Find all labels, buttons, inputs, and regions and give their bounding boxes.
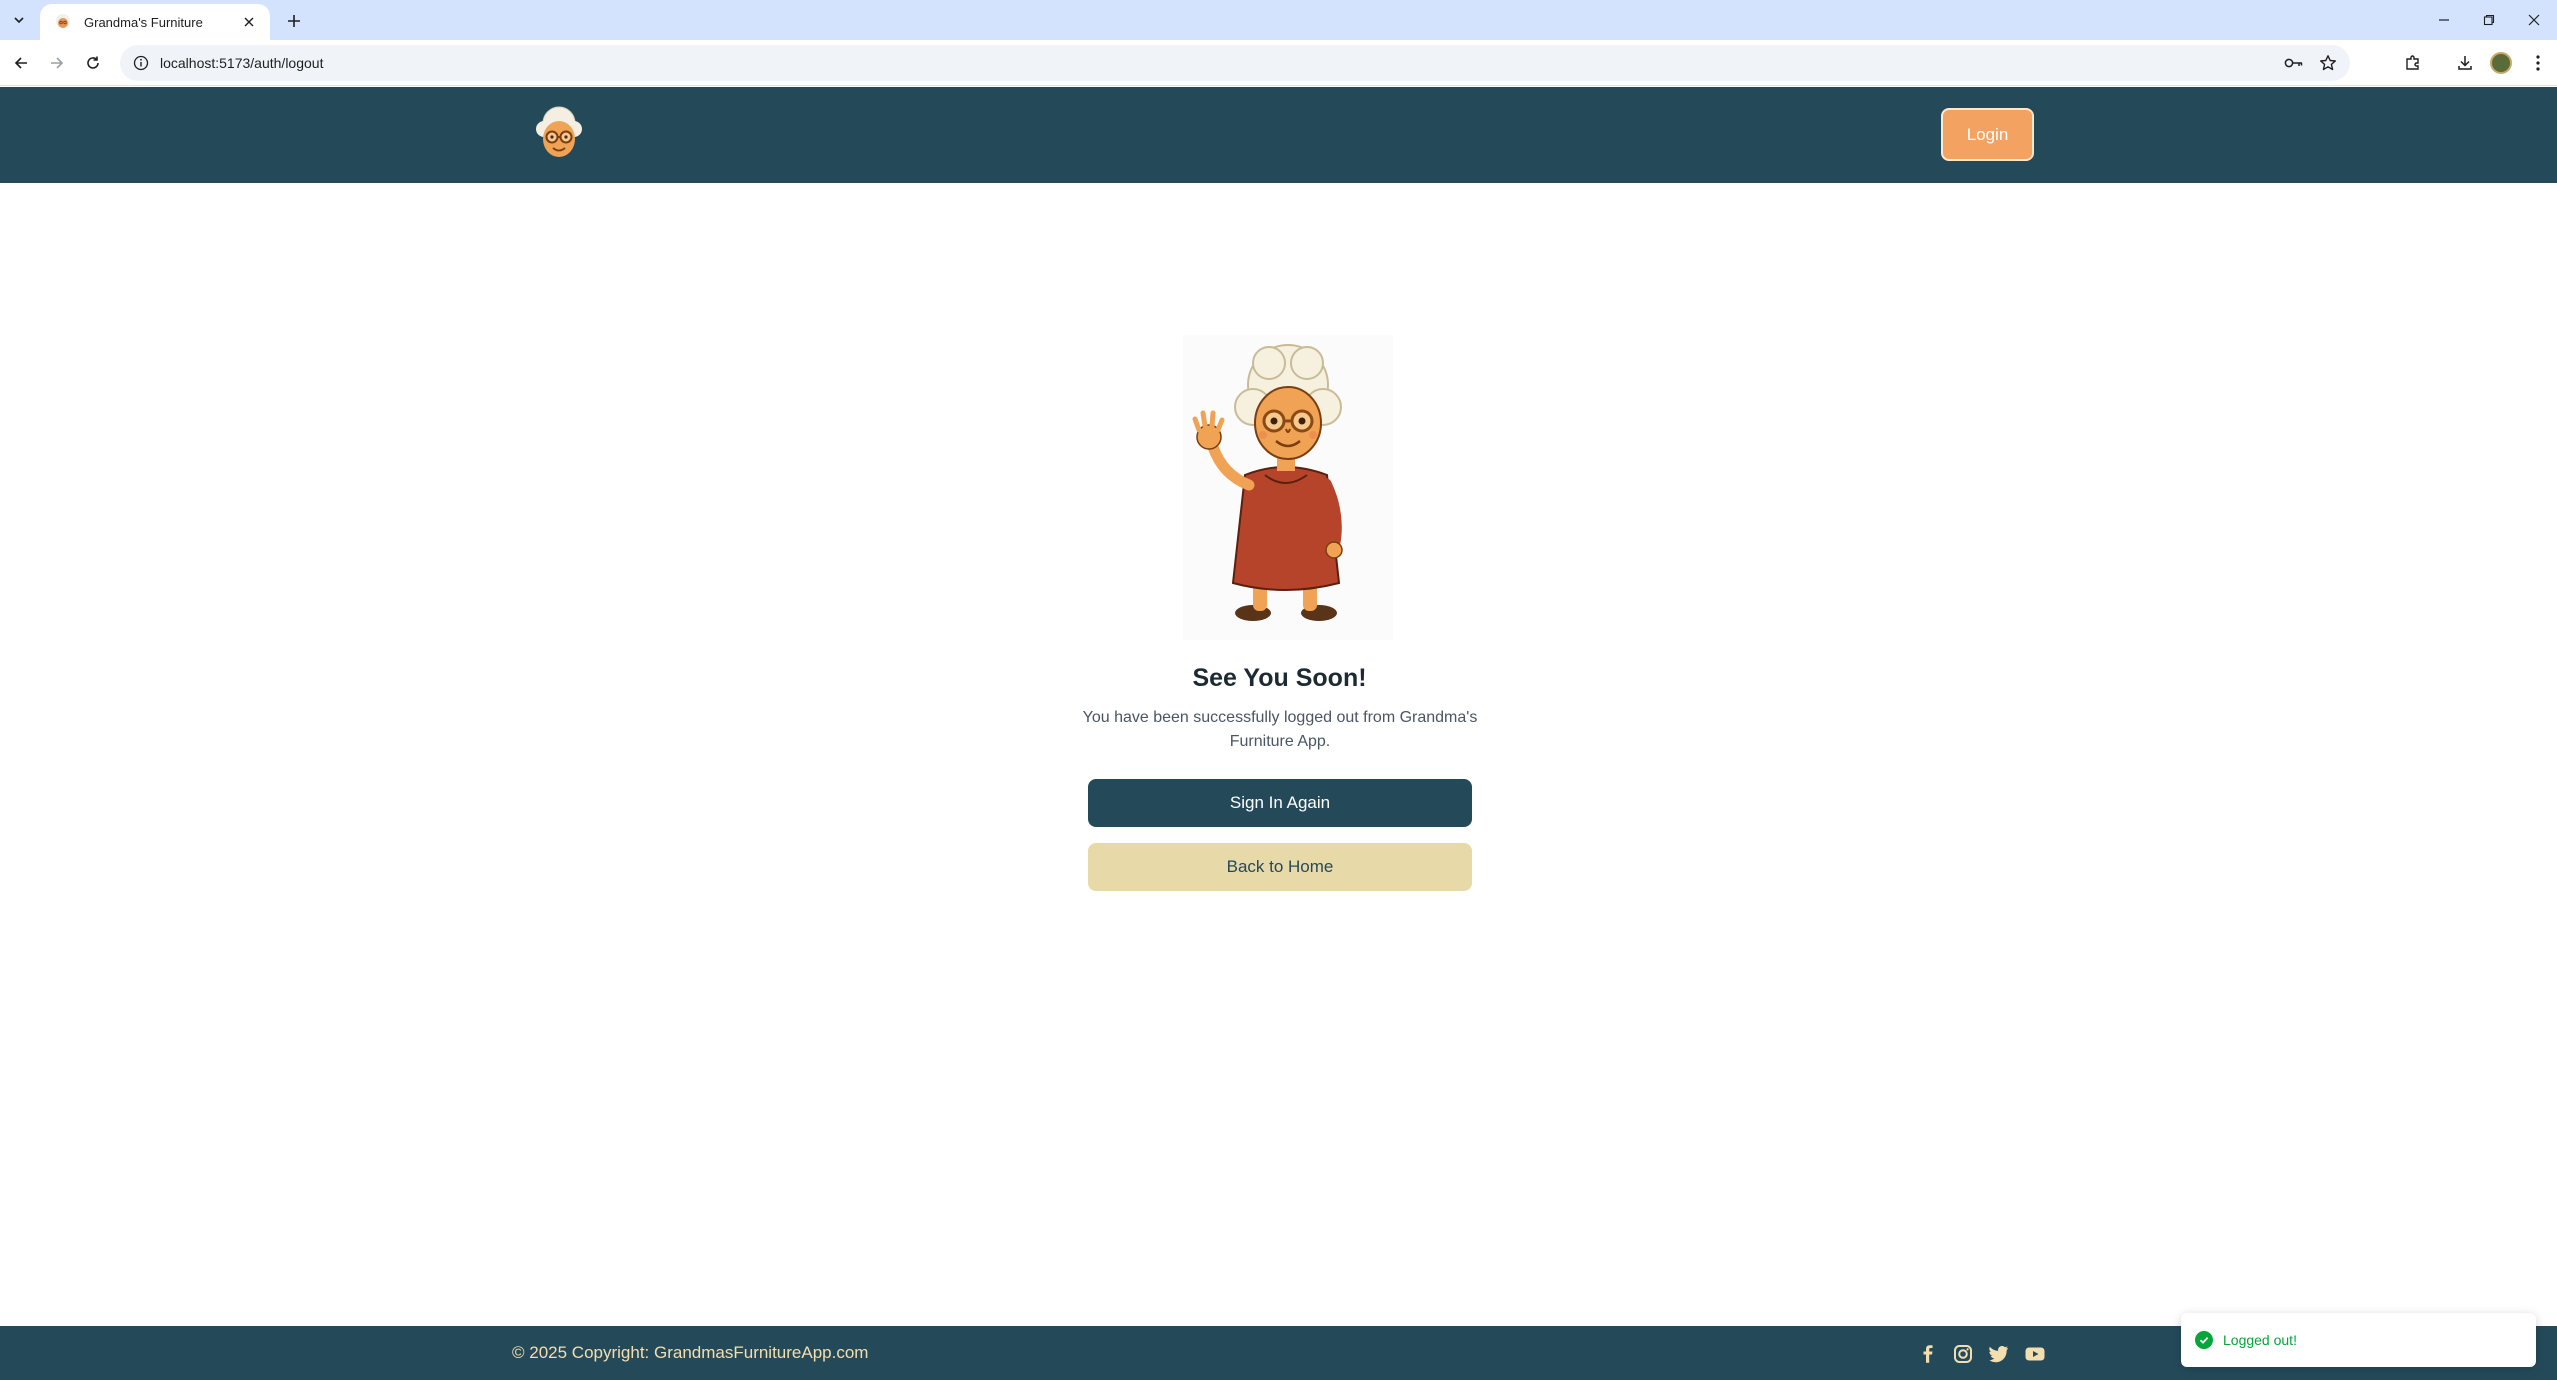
copyright-text: © 2025 Copyright: GrandmasFurnitureApp.c… <box>512 1343 869 1362</box>
address-bar[interactable]: localhost:5173/auth/logout <box>120 45 2350 81</box>
extensions-button[interactable] <box>2398 48 2428 78</box>
url-text: localhost:5173/auth/logout <box>160 55 324 71</box>
restore-button[interactable] <box>2467 4 2511 36</box>
forward-button[interactable] <box>42 48 72 78</box>
chevron-down-icon <box>14 17 24 24</box>
browser-tab[interactable]: Grandma's Furniture <box>40 4 270 40</box>
back-button[interactable] <box>6 48 36 78</box>
reload-button[interactable] <box>78 48 108 78</box>
app-footer: © 2025 Copyright: GrandmasFurnitureApp.c… <box>0 1326 2557 1380</box>
toast-message: Logged out! <box>2223 1332 2297 1348</box>
puzzle-icon <box>2406 55 2419 70</box>
tab-title: Grandma's Furniture <box>84 14 203 30</box>
profile-button[interactable] <box>2486 48 2516 78</box>
avatar <box>2490 52 2512 74</box>
kebab-menu-icon <box>2536 55 2540 71</box>
minimize-icon <box>2439 19 2449 21</box>
password-key-icon[interactable] <box>2280 50 2308 76</box>
downloads-button[interactable] <box>2450 48 2480 78</box>
grandma-favicon-icon <box>54 13 72 31</box>
close-icon <box>244 17 254 27</box>
app-header: Login <box>0 87 2557 183</box>
instagram-icon[interactable] <box>1952 1343 1974 1365</box>
bookmark-star-icon[interactable] <box>2314 50 2342 76</box>
reload-icon <box>87 56 99 69</box>
login-button[interactable]: Login <box>1941 108 2034 161</box>
plus-icon <box>288 15 300 27</box>
site-info-icon[interactable] <box>130 52 152 74</box>
logout-message: You have been successfully logged out fr… <box>1082 709 1478 750</box>
facebook-icon[interactable] <box>1917 1343 1939 1365</box>
arrow-right-icon <box>51 57 64 69</box>
download-icon <box>2458 56 2472 70</box>
youtube-icon[interactable] <box>2024 1343 2046 1365</box>
close-icon <box>2528 14 2540 26</box>
browser-menu-button[interactable] <box>2523 48 2553 78</box>
new-tab-button[interactable] <box>280 7 308 35</box>
browser-tab-bar: Grandma's Furniture <box>0 0 2557 40</box>
tab-search-button[interactable] <box>6 7 32 33</box>
minimize-button[interactable] <box>2422 4 2466 36</box>
restore-icon <box>2483 14 2495 26</box>
twitter-icon[interactable] <box>1988 1343 2010 1365</box>
close-window-button[interactable] <box>2512 4 2556 36</box>
back-to-home-button[interactable]: Back to Home <box>1088 843 1472 891</box>
sign-in-again-button[interactable]: Sign In Again <box>1088 779 1472 827</box>
page-title: See You Soon! <box>1192 664 1367 692</box>
arrow-left-icon <box>14 57 27 69</box>
grandma-logo-icon[interactable] <box>530 105 588 165</box>
check-circle-icon <box>2195 1331 2213 1349</box>
tab-close-button[interactable] <box>238 11 260 33</box>
toast-notification[interactable]: Logged out! <box>2181 1313 2536 1367</box>
waving-grandma-illustration <box>1183 335 1393 640</box>
browser-toolbar: localhost:5173/auth/logout <box>0 40 2557 86</box>
